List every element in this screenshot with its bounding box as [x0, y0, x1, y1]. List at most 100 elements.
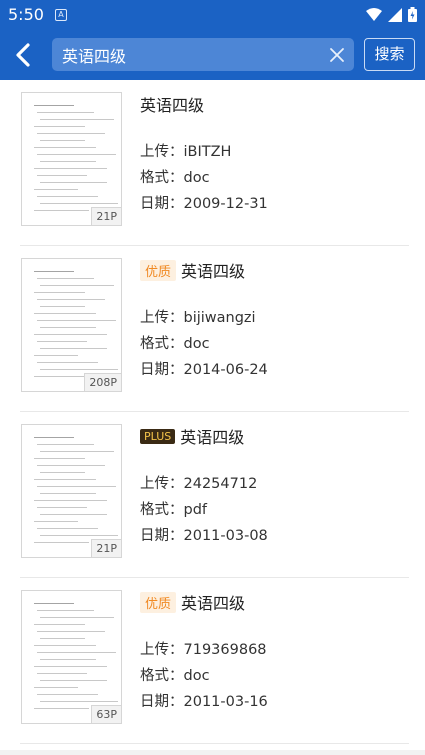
result-title: 英语四级 [140, 96, 205, 115]
thumbnail-text-line [37, 444, 94, 445]
thumbnail-text-line [40, 327, 96, 328]
format-value: pdf [183, 502, 208, 518]
result-date-row: 日期：2009-12-31 [140, 192, 268, 213]
thumbnail-text-line [37, 341, 87, 342]
result-uploader-row: 上传：bijiwangzi [140, 306, 256, 327]
search-box [52, 38, 354, 71]
back-arrow-icon [16, 43, 30, 67]
thumbnail-text-line [34, 147, 96, 148]
thumbnail-text-line [40, 493, 96, 494]
thumbnail-text-line [34, 292, 85, 293]
search-input[interactable] [62, 38, 312, 71]
result-item[interactable]: 21P PLUS 英语四级 上传：24254712 格式：pdf 日期：2011-03-0… [0, 412, 425, 578]
search-button[interactable]: 搜索 [364, 38, 415, 71]
result-uploader-row: 上传：iBITZH [140, 140, 231, 161]
document-thumbnail: 208P [21, 258, 122, 392]
uploader-value: 719369868 [183, 642, 267, 658]
thumbnail-text-line [40, 638, 85, 639]
thumbnail-text-line [34, 105, 74, 106]
document-thumbnail: 63P [21, 590, 122, 724]
uploader-label: 上传： [140, 310, 184, 326]
thumbnail-text-line [37, 154, 116, 155]
thumbnail-text-line [40, 680, 107, 681]
thumbnail-text-line [37, 507, 87, 508]
thumbnail-text-line [37, 362, 98, 363]
thumbnail-text-line [34, 500, 107, 501]
thumbnail-text-line [37, 486, 116, 487]
thumbnail-text-line [40, 659, 96, 660]
result-uploader-row: 上传：719369868 [140, 638, 267, 659]
thumbnail-text-line [40, 140, 85, 141]
uploader-label: 上传： [140, 476, 184, 492]
thumbnail-text-line [34, 271, 74, 272]
thumbnail-text-line [40, 451, 114, 452]
page-count: 21P [91, 539, 121, 557]
thumbnail-text-line [37, 528, 98, 529]
thumbnail-text-line [34, 603, 74, 604]
notification-app-icon: A [55, 9, 67, 21]
thumbnail-text-line [37, 631, 105, 632]
result-item[interactable]: 208P 优质 英语四级 上传：bijiwangzi 格式：doc 日期：2014-06-… [0, 246, 425, 412]
row-divider [20, 743, 409, 744]
thumbnail-text-line [34, 687, 78, 688]
thumbnail-text-line [37, 465, 105, 466]
result-item[interactable]: 21P 英语四级 上传：iBITZH 格式：doc 日期：2009-12-31 [0, 80, 425, 246]
battery-icon [408, 7, 417, 22]
thumbnail-text-line [37, 196, 98, 197]
thumbnail-text-line [40, 203, 118, 204]
thumbnail-text-line [34, 313, 96, 314]
signal-icon [388, 7, 402, 22]
uploader-value: bijiwangzi [183, 310, 256, 326]
thumbnail-text-line [34, 210, 89, 211]
thumbnail-text-line [34, 376, 89, 377]
thumbnail-text-line [37, 175, 87, 176]
back-button[interactable] [8, 39, 40, 71]
format-value: doc [183, 336, 210, 352]
thumbnail-text-line [34, 521, 78, 522]
thumbnail-text-line [37, 673, 87, 674]
result-title: 英语四级 [180, 428, 245, 447]
format-label: 格式： [140, 336, 184, 352]
thumbnail-text-line [40, 514, 107, 515]
result-format-row: 格式：doc [140, 664, 210, 685]
thumbnail-text-line [34, 126, 85, 127]
search-toolbar: 搜索 [0, 30, 425, 80]
format-label: 格式： [140, 668, 184, 684]
thumbnail-text-line [34, 645, 96, 646]
thumbnail-text-line [37, 694, 98, 695]
thumbnail-text-line [40, 119, 114, 120]
result-title-row: 英语四级 [140, 92, 204, 116]
result-format-row: 格式：pdf [140, 498, 207, 519]
uploader-label: 上传： [140, 144, 184, 160]
result-title: 英语四级 [181, 594, 246, 613]
result-item[interactable]: 63P 优质 英语四级 上传：719369868 格式：doc 日期：2011-03-16 [0, 578, 425, 744]
result-title-row: 优质 英语四级 [140, 590, 245, 614]
result-uploader-row: 上传：24254712 [140, 472, 257, 493]
thumbnail-text-line [37, 299, 105, 300]
status-time: 5:50 [8, 5, 44, 24]
result-title-row: 优质 英语四级 [140, 258, 245, 282]
uploader-label: 上传： [140, 642, 184, 658]
thumbnail-text-line [37, 112, 94, 113]
thumbnail-text-line [37, 278, 94, 279]
date-value: 2011-03-16 [183, 694, 268, 710]
document-thumbnail: 21P [21, 92, 122, 226]
result-date-row: 日期：2014-06-24 [140, 358, 268, 379]
page-count: 63P [91, 705, 121, 723]
quality-badge: 优质 [140, 591, 177, 613]
plus-badge: PLUS [140, 428, 176, 444]
thumbnail-text-line [40, 701, 118, 702]
result-title-row: PLUS 英语四级 [140, 424, 244, 448]
format-value: doc [183, 170, 210, 186]
thumbnail-text-line [34, 666, 107, 667]
document-thumbnail: 21P [21, 424, 122, 558]
uploader-value: 24254712 [183, 476, 258, 492]
clear-icon[interactable] [328, 46, 346, 64]
format-value: doc [183, 668, 210, 684]
thumbnail-text-line [34, 168, 107, 169]
thumbnail-text-line [34, 355, 78, 356]
date-label: 日期： [140, 528, 184, 544]
list-bottom-divider [0, 750, 425, 755]
thumbnail-text-line [40, 535, 118, 536]
thumbnail-text-line [34, 189, 78, 190]
